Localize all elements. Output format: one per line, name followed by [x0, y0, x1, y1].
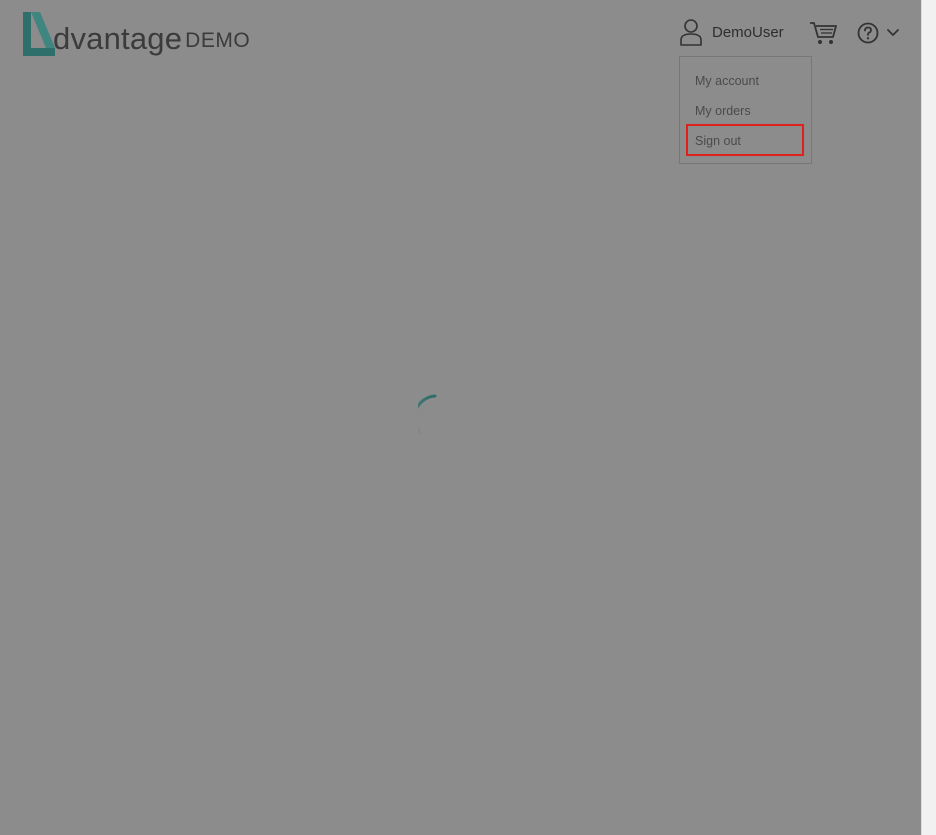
loading-spinner — [418, 394, 437, 438]
site-logo[interactable]: dvantage DEMO — [22, 10, 250, 56]
logo-wordmark: dvantage — [53, 21, 183, 56]
chevron-down-icon — [887, 29, 899, 36]
help-button[interactable] — [856, 20, 900, 46]
cart-icon — [810, 22, 837, 44]
logo-demo-label: DEMO — [185, 29, 251, 52]
user-name-label: DemoUser — [712, 23, 784, 41]
help-icon — [857, 22, 879, 44]
menu-item-sign-out[interactable]: Sign out — [695, 134, 741, 148]
menu-item-my-orders[interactable]: My orders — [695, 104, 751, 118]
user-menu-toggle[interactable]: DemoUser — [679, 18, 784, 46]
logo-mark-icon — [23, 12, 55, 56]
user-dropdown-menu: My account My orders Sign out — [679, 56, 812, 164]
cart-button[interactable] — [809, 19, 837, 47]
vertical-scrollbar[interactable] — [921, 0, 936, 835]
user-icon — [680, 19, 702, 46]
page-overlay: dvantage DEMO DemoUser My account My ord… — [0, 0, 936, 835]
menu-item-my-account[interactable]: My account — [695, 74, 759, 88]
